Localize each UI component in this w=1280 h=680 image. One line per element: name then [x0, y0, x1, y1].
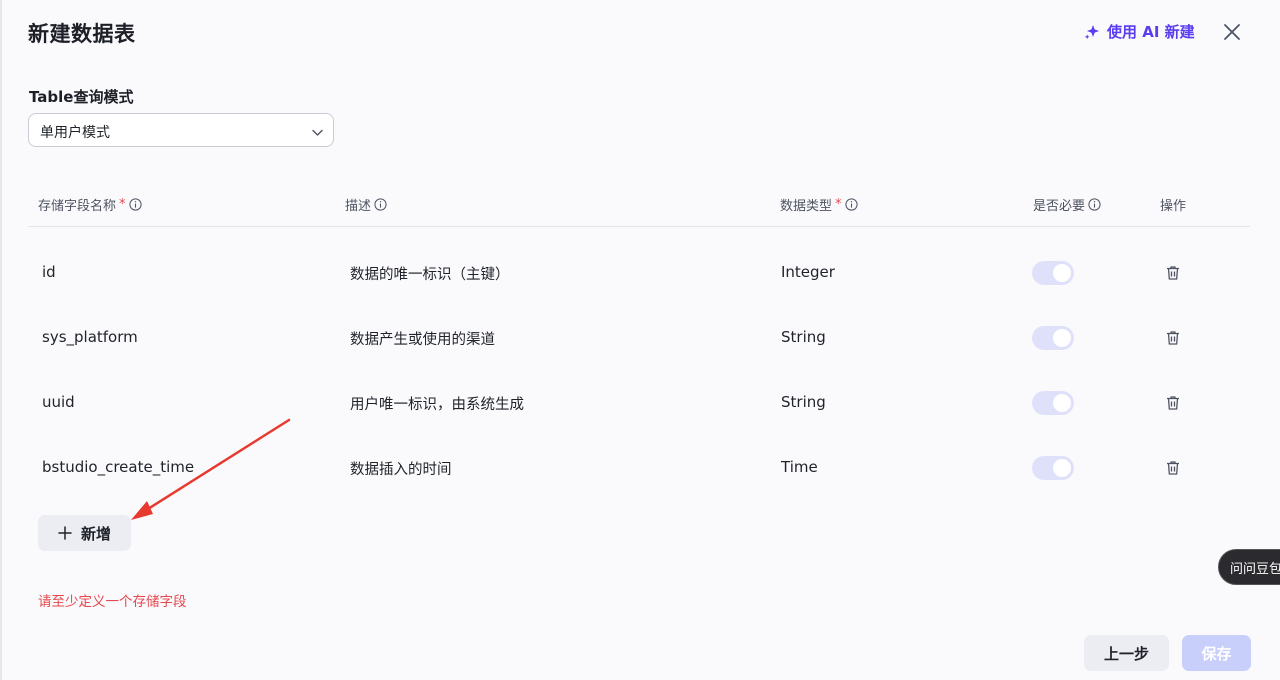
assistant-label: 问问豆包 — [1230, 561, 1280, 577]
info-icon[interactable] — [128, 198, 142, 211]
query-mode-value: 单用户模式 — [40, 125, 110, 141]
header-divider — [28, 226, 1250, 227]
header-actions: 操作 — [1160, 195, 1186, 214]
field-description: 数据的唯一标识（主键） — [350, 267, 510, 283]
create-table-dialog: 新建数据表 使用 AI 新建 Table查询模式 单用户模式 存储字段名称* — [0, 0, 1280, 680]
table-row: uuid 用户唯一标识，由系统生成 String — [0, 383, 1280, 423]
trash-icon[interactable] — [1164, 394, 1182, 412]
ai-create-button[interactable]: 使用 AI 新建 — [1084, 21, 1195, 42]
trash-icon[interactable] — [1164, 459, 1182, 477]
info-icon[interactable] — [1088, 198, 1101, 211]
previous-step-button[interactable]: 上一步 — [1084, 635, 1169, 671]
field-name: uuid — [42, 393, 75, 411]
info-icon[interactable] — [374, 198, 387, 211]
table-row: sys_platform 数据产生或使用的渠道 String — [0, 318, 1280, 358]
required-mark: * — [119, 197, 126, 212]
header-description: 描述 — [345, 195, 387, 214]
add-field-label: 新增 — [80, 524, 111, 543]
header-field-name-label: 存储字段名称 — [38, 199, 117, 214]
field-name: sys_platform — [42, 328, 138, 346]
trash-icon[interactable] — [1164, 264, 1182, 282]
sparkle-icon — [1084, 24, 1100, 40]
trash-icon[interactable] — [1164, 329, 1182, 347]
field-name: bstudio_create_time — [42, 458, 195, 476]
query-mode-select[interactable]: 单用户模式 — [28, 113, 334, 147]
ask-assistant-button[interactable]: 问问豆包 — [1218, 549, 1280, 585]
query-mode-label: Table查询模式 — [29, 88, 134, 106]
field-description: 数据产生或使用的渠道 — [350, 332, 495, 348]
field-type: String — [781, 328, 826, 346]
field-name: id — [42, 263, 56, 281]
header-required-label: 是否必要 — [1033, 199, 1086, 214]
header-required: 是否必要 — [1033, 195, 1101, 214]
chevron-down-icon — [311, 124, 324, 137]
required-toggle[interactable] — [1032, 326, 1074, 350]
required-mark: * — [835, 197, 842, 212]
toggle-knob — [1053, 264, 1071, 282]
table-row: id 数据的唯一标识（主键） Integer — [0, 253, 1280, 293]
add-field-button[interactable]: 新增 — [38, 515, 131, 551]
field-description: 用户唯一标识，由系统生成 — [350, 397, 524, 413]
field-type: Integer — [781, 263, 835, 281]
close-icon[interactable] — [1220, 20, 1244, 44]
info-icon[interactable] — [844, 198, 858, 211]
header-data-type-label: 数据类型 — [780, 199, 833, 214]
required-toggle[interactable] — [1032, 391, 1074, 415]
plus-icon — [58, 526, 72, 540]
required-toggle[interactable] — [1032, 261, 1074, 285]
header-field-name: 存储字段名称 * — [38, 195, 142, 214]
validation-error: 请至少定义一个存储字段 — [38, 594, 187, 610]
header-description-label: 描述 — [345, 199, 372, 214]
toggle-knob — [1053, 394, 1071, 412]
dialog-title: 新建数据表 — [28, 22, 136, 46]
required-toggle[interactable] — [1032, 456, 1074, 480]
field-type: Time — [781, 458, 818, 476]
save-button[interactable]: 保存 — [1182, 635, 1251, 671]
toggle-knob — [1053, 329, 1071, 347]
table-row: bstudio_create_time 数据插入的时间 Time — [0, 448, 1280, 488]
header-actions-label: 操作 — [1160, 199, 1187, 214]
ai-create-label: 使用 AI 新建 — [1107, 23, 1195, 41]
header-data-type: 数据类型 * — [780, 195, 858, 214]
field-description: 数据插入的时间 — [350, 462, 452, 478]
toggle-knob — [1053, 459, 1071, 477]
field-type: String — [781, 393, 826, 411]
